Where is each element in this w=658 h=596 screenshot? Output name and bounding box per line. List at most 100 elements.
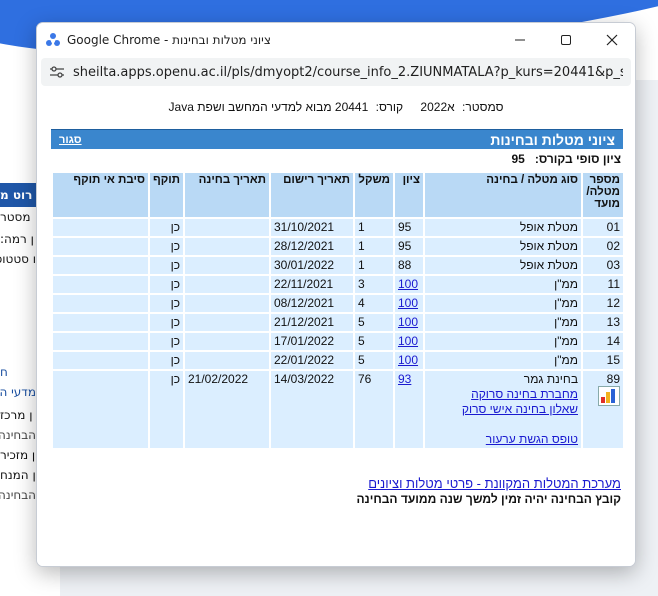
close-window-button[interactable] [589, 23, 635, 56]
table-row: 12 ממ"ן 100 4 08/12/2021 כן [53, 295, 623, 312]
exam-date-cell [185, 333, 269, 350]
assignment-number: 02 [583, 238, 623, 255]
invalid-reason-cell [53, 219, 148, 236]
table-row: 03 מטלת אופל 88 1 30/01/2022 כן [53, 257, 623, 274]
assignment-number: 15 [583, 352, 623, 369]
exam-grade-link[interactable]: 93 [398, 372, 411, 386]
column-header: תאריך בחינה [185, 173, 269, 217]
exam-date-cell [185, 295, 269, 312]
grade-cell: 95 [395, 219, 423, 236]
grade-cell: 100 [395, 276, 423, 293]
final-grade-label: ציון סופי בקורס: [534, 152, 621, 166]
scanned-exam-notebook-link[interactable]: מחברת בחינה סרוקה [471, 387, 578, 401]
valid-cell: כן [149, 295, 183, 312]
weight-cell: 5 [355, 352, 393, 369]
final-grade-value: 95 [511, 152, 525, 166]
valid-cell: כן [149, 219, 183, 236]
grade-link[interactable]: 100 [398, 296, 418, 310]
section-title: ציוני מטלות ובחינות [490, 131, 615, 148]
grade-link[interactable]: 100 [398, 277, 418, 291]
table-row: 13 ממ"ן 100 5 21/12/2021 כן [53, 314, 623, 331]
table-cell [53, 371, 148, 448]
registration-date: 28/12/2021 [271, 238, 353, 255]
background-fragment[interactable]: מדעי המ [0, 385, 36, 399]
grade-cell: 88 [395, 257, 423, 274]
section-header: ציוני מטלות ובחינות סגור [51, 129, 623, 149]
registration-date: 30/01/2022 [271, 257, 353, 274]
invalid-reason-cell [53, 352, 148, 369]
exam-registration-date: 14/03/2022 [271, 371, 353, 448]
background-fragment: ן המנח [0, 468, 36, 482]
scanned-exam-questionnaire-link[interactable]: שאלון בחינה אישי סרוק [462, 402, 578, 416]
weight-cell: 5 [355, 333, 393, 350]
background-fragment: מסטר [0, 210, 31, 224]
maximize-button[interactable] [543, 23, 589, 56]
weight-cell: 4 [355, 295, 393, 312]
exam-weight: 76 [355, 371, 393, 448]
minimize-button[interactable] [497, 23, 543, 56]
column-header: תוקף [149, 173, 183, 217]
weight-cell: 1 [355, 219, 393, 236]
chrome-popup-window: Google Chrome - ציוני מטלות ובחינות shei… [36, 22, 636, 567]
appeal-form-link[interactable]: טופס הגשת ערעור [486, 432, 578, 446]
maximize-icon [561, 34, 571, 45]
assignment-type: ממ"ן [425, 314, 581, 331]
course-value: 20441 מבוא למדעי המחשב ושפת Java [168, 100, 369, 114]
background-fragment: הבחינה כ [0, 488, 36, 502]
footer: מערכת המטלות המקוונת - פרטי מטלות וציוני… [37, 476, 621, 506]
footer-note: קובץ הבחינה יהיה זמין למשך שנה ממועד הבח… [356, 492, 621, 506]
url-text[interactable]: sheilta.apps.openu.ac.il/pls/dmyopt2/cou… [73, 65, 623, 80]
column-header: סיבת אי תוקף [53, 173, 148, 217]
invalid-reason-cell [53, 333, 148, 350]
exam-valid: כן [149, 371, 183, 448]
bar-chart-icon[interactable] [598, 386, 620, 406]
site-settings-icon[interactable] [49, 64, 65, 80]
grade-link[interactable]: 100 [398, 353, 418, 367]
close-icon [606, 34, 618, 45]
assignment-number: 12 [583, 295, 623, 312]
background-fragment[interactable]: ח [0, 365, 36, 379]
grade-cell: 100 [395, 352, 423, 369]
assignment-number: 01 [583, 219, 623, 236]
semester-label: סמסטר: [462, 100, 504, 114]
registration-date: 31/10/2021 [271, 219, 353, 236]
valid-cell: כן [149, 314, 183, 331]
grade-link[interactable]: 100 [398, 334, 418, 348]
table-cell: בחינת גמר מחברת בחינה סרוקה שאלון בחינה … [425, 371, 581, 448]
window-title: Google Chrome - ציוני מטלות ובחינות [67, 32, 271, 47]
grades-section: ציוני מטלות ובחינות סגור ציון סופי בקורס… [51, 129, 623, 450]
course-label: קורס: [375, 100, 404, 114]
assignments-system-link[interactable]: מערכת המטלות המקוונת - פרטי מטלות וציוני… [368, 476, 621, 491]
grade-link[interactable]: 100 [398, 315, 418, 329]
invalid-reason-cell [53, 238, 148, 255]
invalid-reason-cell [53, 257, 148, 274]
registration-date: 22/01/2022 [271, 352, 353, 369]
background-fragment: ן מרכז [0, 408, 33, 422]
close-section-link[interactable]: סגור [59, 134, 82, 146]
table-header-row: מספר מטלה/ מועד סוג מטלה / בחינה ציון מש… [53, 173, 623, 217]
weight-cell: 1 [355, 257, 393, 274]
column-header: משקל [355, 173, 393, 217]
page-content: סמסטר: א2022 קורס: 20441 מבוא למדעי המחש… [37, 90, 635, 566]
grade-cell: 95 [395, 238, 423, 255]
background-fragment: ן מזכיר [0, 448, 36, 462]
exam-date-cell [185, 219, 269, 236]
weight-cell: 3 [355, 276, 393, 293]
window-titlebar[interactable]: Google Chrome - ציוני מטלות ובחינות [37, 23, 635, 56]
background-fragment: הבחינה כ [0, 428, 36, 442]
assignment-number: 03 [583, 257, 623, 274]
column-header: מספר מטלה/ מועד [583, 173, 623, 217]
address-bar[interactable]: sheilta.apps.openu.ac.il/pls/dmyopt2/cou… [41, 58, 631, 86]
assignment-type: מטלת אופל [425, 257, 581, 274]
final-grade: ציון סופי בקורס: 95 [51, 152, 622, 166]
registration-date: 17/01/2022 [271, 333, 353, 350]
grade-cell: 100 [395, 295, 423, 312]
weight-cell: 5 [355, 314, 393, 331]
background-fragment: ו סטטוס [0, 252, 36, 266]
background-fragment: ן רמה: [0, 232, 34, 246]
assignment-type: מטלת אופל [425, 238, 581, 255]
assignment-type: ממ"ן [425, 333, 581, 350]
column-header: תאריך רישום [271, 173, 353, 217]
assignment-number: 11 [583, 276, 623, 293]
exam-date-cell [185, 314, 269, 331]
